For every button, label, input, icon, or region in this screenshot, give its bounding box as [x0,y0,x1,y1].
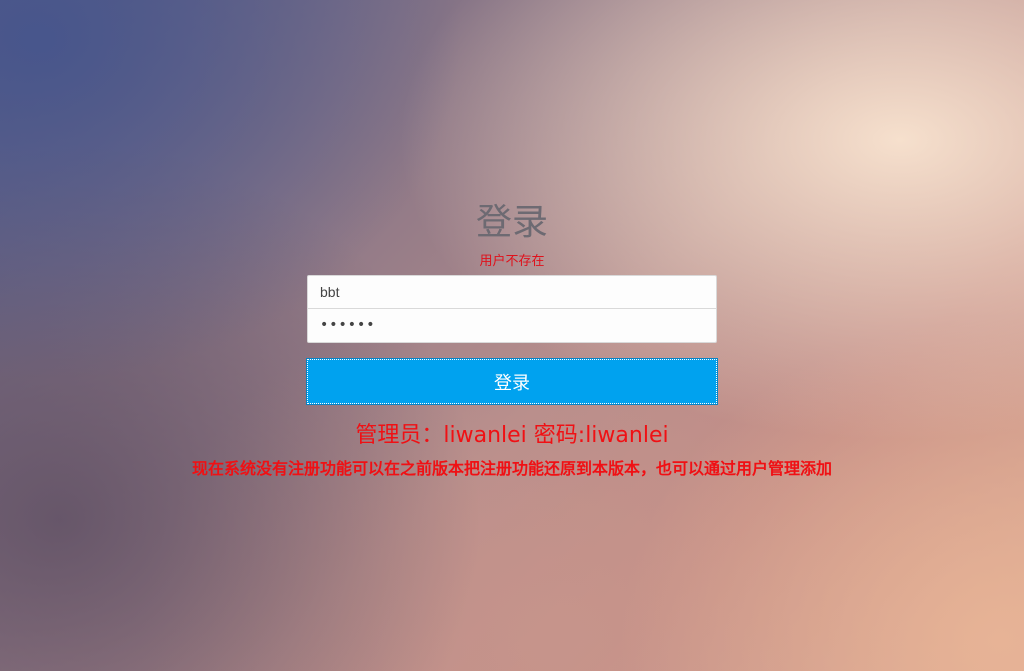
page-title: 登录 [475,202,548,243]
registration-notice: 现在系统没有注册功能可以在之前版本把注册功能还原到本版本，也可以通过用户管理添加 [191,459,832,478]
login-button[interactable]: 登录 [306,358,718,405]
error-message: 用户不存在 [479,254,545,269]
login-panel: 登录 用户不存在 •••••• 登录 [306,195,718,405]
password-input[interactable]: •••••• [307,309,717,343]
username-input[interactable] [307,275,717,309]
admin-credentials-text: 管理员：liwanlei 密码:liwanlei [355,423,669,448]
